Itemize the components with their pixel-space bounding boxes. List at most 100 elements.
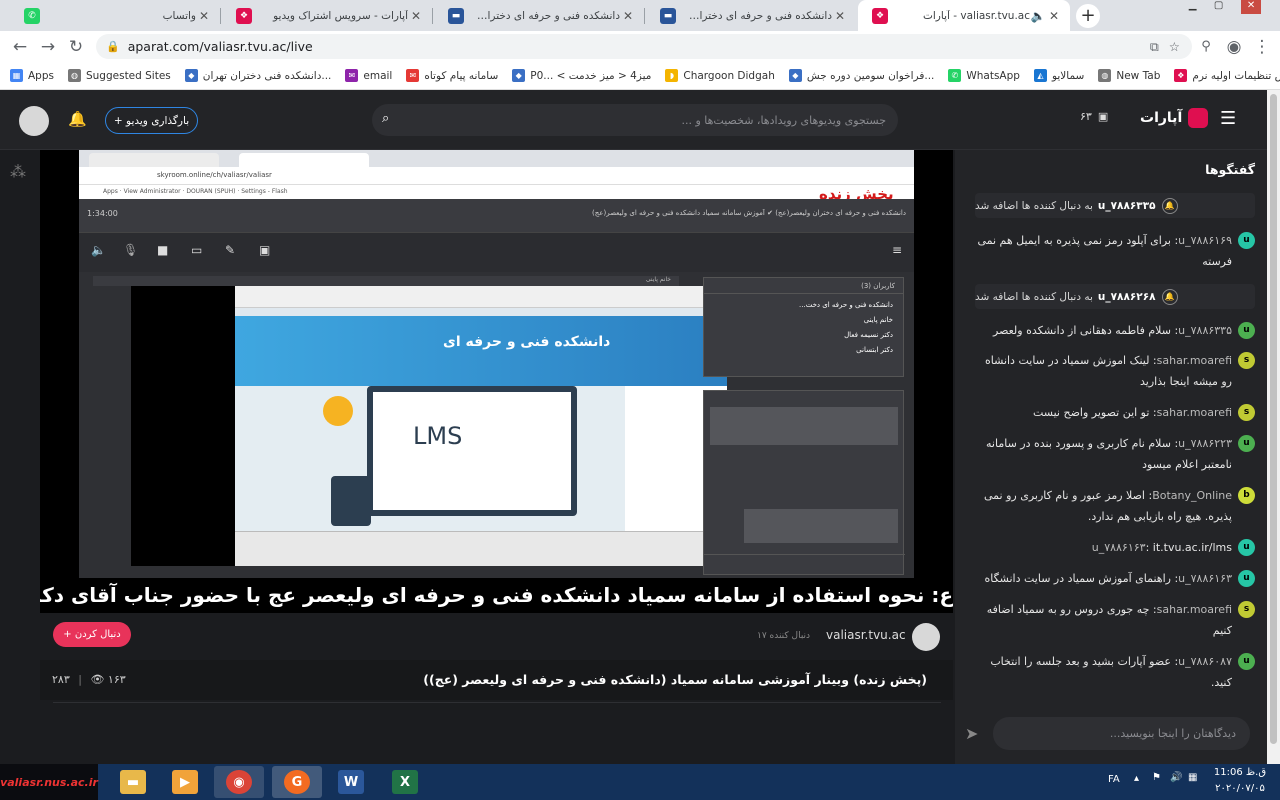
chat-username[interactable]: u_۷۸۸۶۱۶۳ xyxy=(1178,572,1232,585)
bookmark-tutorial[interactable]: ❖آموزش تنظیمات اولیه نرم... xyxy=(1174,69,1280,82)
taskbar-media-player[interactable]: ▶ xyxy=(160,766,210,798)
bookmark-chargoon[interactable]: ◗ Chargoon Didgah xyxy=(665,69,775,82)
chat-avatar[interactable]: u xyxy=(1238,653,1255,670)
marquee-text: ع: نحوه استفاده از سامانه سمیاد دانشکده … xyxy=(40,583,953,607)
chat-avatar[interactable]: s xyxy=(1238,404,1255,421)
tab-skyroom-2[interactable]: ▬ دانشکده فنی و حرفه ای دختران ولیعصر(ع)… xyxy=(646,0,856,31)
follow-button[interactable]: + دنبال کردن xyxy=(53,622,131,647)
mute-tab-icon[interactable]: 🔈 xyxy=(1030,9,1046,23)
session-timer: 1:34:00 xyxy=(87,209,118,218)
chat-message: u u_۷۸۸۶۲۲۳: سلام نام کاربری و پسورد بند… xyxy=(975,433,1255,475)
chat-avatar[interactable]: u xyxy=(1238,435,1255,452)
hamburger-menu-icon[interactable]: ☰ xyxy=(1220,108,1236,129)
bookmark-sms[interactable]: ✉ سامانه پیام کوتاه xyxy=(406,69,498,82)
chat-username[interactable]: Botany_Online xyxy=(1152,489,1232,502)
bookmark-festival[interactable]: ◆ فراخوان سومین دوره جش... xyxy=(788,69,934,82)
bookmark-newtab[interactable]: ◍ New Tab xyxy=(1098,69,1160,82)
chat-input[interactable]: دیدگاهتان را اینجا بنویسید... xyxy=(993,717,1250,750)
bookmark-whatsapp[interactable]: ✆ WhatsApp xyxy=(948,69,1020,82)
bookmark-suggested[interactable]: ◍ Suggested Sites xyxy=(67,69,171,82)
forward-arrow-icon[interactable]: → xyxy=(34,31,62,62)
chat-username[interactable]: sahar.moarefi xyxy=(1157,603,1232,616)
chat-avatar[interactable]: s xyxy=(1238,601,1255,618)
word-icon: W xyxy=(338,770,364,794)
upload-video-button[interactable]: + بارگذاری ویدیو xyxy=(105,107,198,134)
chat-avatar[interactable]: u xyxy=(1238,322,1255,339)
chat-avatar[interactable]: u xyxy=(1238,539,1255,556)
search-input[interactable]: جستجوی ویدیوهای رویدادها، شخصیت‌ها و ...… xyxy=(372,104,898,136)
taskbar-app[interactable]: G xyxy=(272,766,322,798)
close-icon[interactable]: ✕ xyxy=(620,9,636,23)
lms-slide: دانشکده فنی و حرفه ای LMS xyxy=(235,286,727,566)
star-icon[interactable]: ☆ xyxy=(1169,39,1180,54)
reload-icon[interactable]: ↻ xyxy=(62,31,90,62)
close-icon[interactable]: ✕ xyxy=(196,9,212,23)
bookmark-samalive[interactable]: ◭ سمالایو xyxy=(1033,69,1084,82)
tab-whatsapp[interactable]: ✆ واتساب ✕ xyxy=(10,0,220,31)
flag-icon[interactable]: ⚑ xyxy=(1152,772,1161,783)
maximize-button[interactable]: ▢ xyxy=(1214,0,1223,14)
user-avatar[interactable] xyxy=(19,106,49,136)
chat-avatar[interactable]: u xyxy=(1238,232,1255,249)
scrollbar-thumb[interactable] xyxy=(1270,94,1277,744)
tab-aparat-live[interactable]: ❖ valiasr.tvu.ac - آپارات 🔈 ✕ xyxy=(858,0,1070,31)
chevron-up-icon[interactable]: ▴ xyxy=(1134,773,1139,784)
taskbar-word[interactable]: W xyxy=(326,766,376,798)
tab-aparat-home[interactable]: ❖ آپارات - سرویس اشتراک ویدیو ✕ xyxy=(222,0,432,31)
taskbar-excel[interactable]: X xyxy=(380,766,430,798)
chat-username[interactable]: sahar.moarefi xyxy=(1157,406,1232,419)
search-icon[interactable]: ⌕ xyxy=(382,111,389,126)
video-player[interactable]: skyroom.online/ch/valiasr/valiasr Apps ·… xyxy=(40,150,953,613)
chat-avatar[interactable]: u xyxy=(1238,570,1255,587)
chat-avatar[interactable]: b xyxy=(1238,487,1255,504)
skyroom-icon: ▬ xyxy=(660,7,676,24)
chat-username[interactable]: sahar.moarefi xyxy=(1157,354,1232,367)
volume-icon[interactable]: 🔊 xyxy=(1170,772,1182,783)
bookmark-email[interactable]: ✉ email xyxy=(345,69,392,82)
notification-count[interactable]: ۶۳ ▣ xyxy=(1080,110,1108,123)
filter-icon[interactable]: ⚲ xyxy=(1192,31,1220,62)
chat-message: u u_۷۸۸۶۰۸۷: عضو آپارات بشید و بعد جلسه … xyxy=(975,651,1255,693)
site-icon: ◆ xyxy=(512,69,526,82)
user-item: دانشکده فنی و حرفه ای دخت... xyxy=(799,301,893,309)
back-arrow-icon[interactable]: ← xyxy=(6,31,34,62)
translate-icon[interactable]: ⧉ xyxy=(1150,39,1159,55)
taskbar-chrome[interactable]: ◉ xyxy=(214,766,264,798)
taskbar-explorer[interactable]: ▬ xyxy=(108,766,158,798)
address-bar[interactable]: 🔒 aparat.com/valiasr.tvu.ac/live ⧉ ☆ xyxy=(96,34,1192,59)
chat-username[interactable]: u_۷۸۸۶۲۲۳ xyxy=(1178,437,1232,450)
close-icon[interactable]: ✕ xyxy=(408,9,424,23)
bookmark-desk[interactable]: ◆ P0... < میز4 < میز خدمت xyxy=(512,69,651,82)
chat-username[interactable]: u_۷۸۸۶۱۶۳ xyxy=(1092,541,1146,554)
aparat-logo[interactable]: آپارات xyxy=(1140,108,1209,128)
language-indicator[interactable]: FA xyxy=(1108,774,1120,785)
chat-username[interactable]: u_۷۸۸۶۱۶۹ xyxy=(1178,234,1232,247)
channel-avatar[interactable] xyxy=(912,623,940,651)
chat-text: راهنمای آموزش سمیاد در سایت دانشگاه xyxy=(984,572,1171,585)
chat-avatar[interactable]: s xyxy=(1238,352,1255,369)
clock-date[interactable]: ۲۰۲۰/۰۷/۰۵ xyxy=(1210,783,1270,794)
share-nodes-icon[interactable]: ⁂ xyxy=(10,162,26,181)
minimize-button[interactable]: ▁ xyxy=(1189,0,1197,14)
eye-icon: 👁 xyxy=(90,673,105,686)
page-scrollbar[interactable] xyxy=(1267,90,1280,764)
chat-username[interactable]: u_۷۸۸۶۳۳۵ xyxy=(1178,324,1232,337)
start-button[interactable]: valiasr.nus.ac.ir xyxy=(0,764,98,800)
users-list: دانشکده فنی و حرفه ای دخت... خانم پاینی … xyxy=(704,294,903,362)
clock-time[interactable]: ق.ظ 11:06 xyxy=(1210,767,1270,778)
bookmark-apps[interactable]: ▦ Apps xyxy=(10,69,54,82)
tab-skyroom-1[interactable]: ▬ دانشکده فنی و حرفه ای دختران ولیعصر(ع)… xyxy=(434,0,644,31)
close-icon[interactable]: ✕ xyxy=(832,9,848,23)
bookmark-college[interactable]: ◆ دانشکده فنی دختران تهران... xyxy=(184,69,331,82)
bell-icon[interactable]: 🔔 xyxy=(68,110,87,130)
send-icon[interactable]: ➤ xyxy=(965,724,978,743)
profile-icon[interactable]: ◉ xyxy=(1220,31,1248,62)
channel-name[interactable]: valiasr.tvu.ac xyxy=(826,628,906,642)
new-tab-button[interactable]: + xyxy=(1076,4,1100,28)
network-icon[interactable]: ▦ xyxy=(1188,772,1197,783)
chat-username[interactable]: u_۷۸۸۶۰۸۷ xyxy=(1178,655,1232,668)
close-icon[interactable]: ✕ xyxy=(1046,9,1062,23)
more-menu-icon[interactable]: ⋮ xyxy=(1248,31,1276,62)
window-close-button[interactable]: ✕ xyxy=(1240,0,1262,14)
chat-message: u u_۷۸۸۶۱۶۳: راهنمای آموزش سمیاد در سایت… xyxy=(975,568,1255,589)
